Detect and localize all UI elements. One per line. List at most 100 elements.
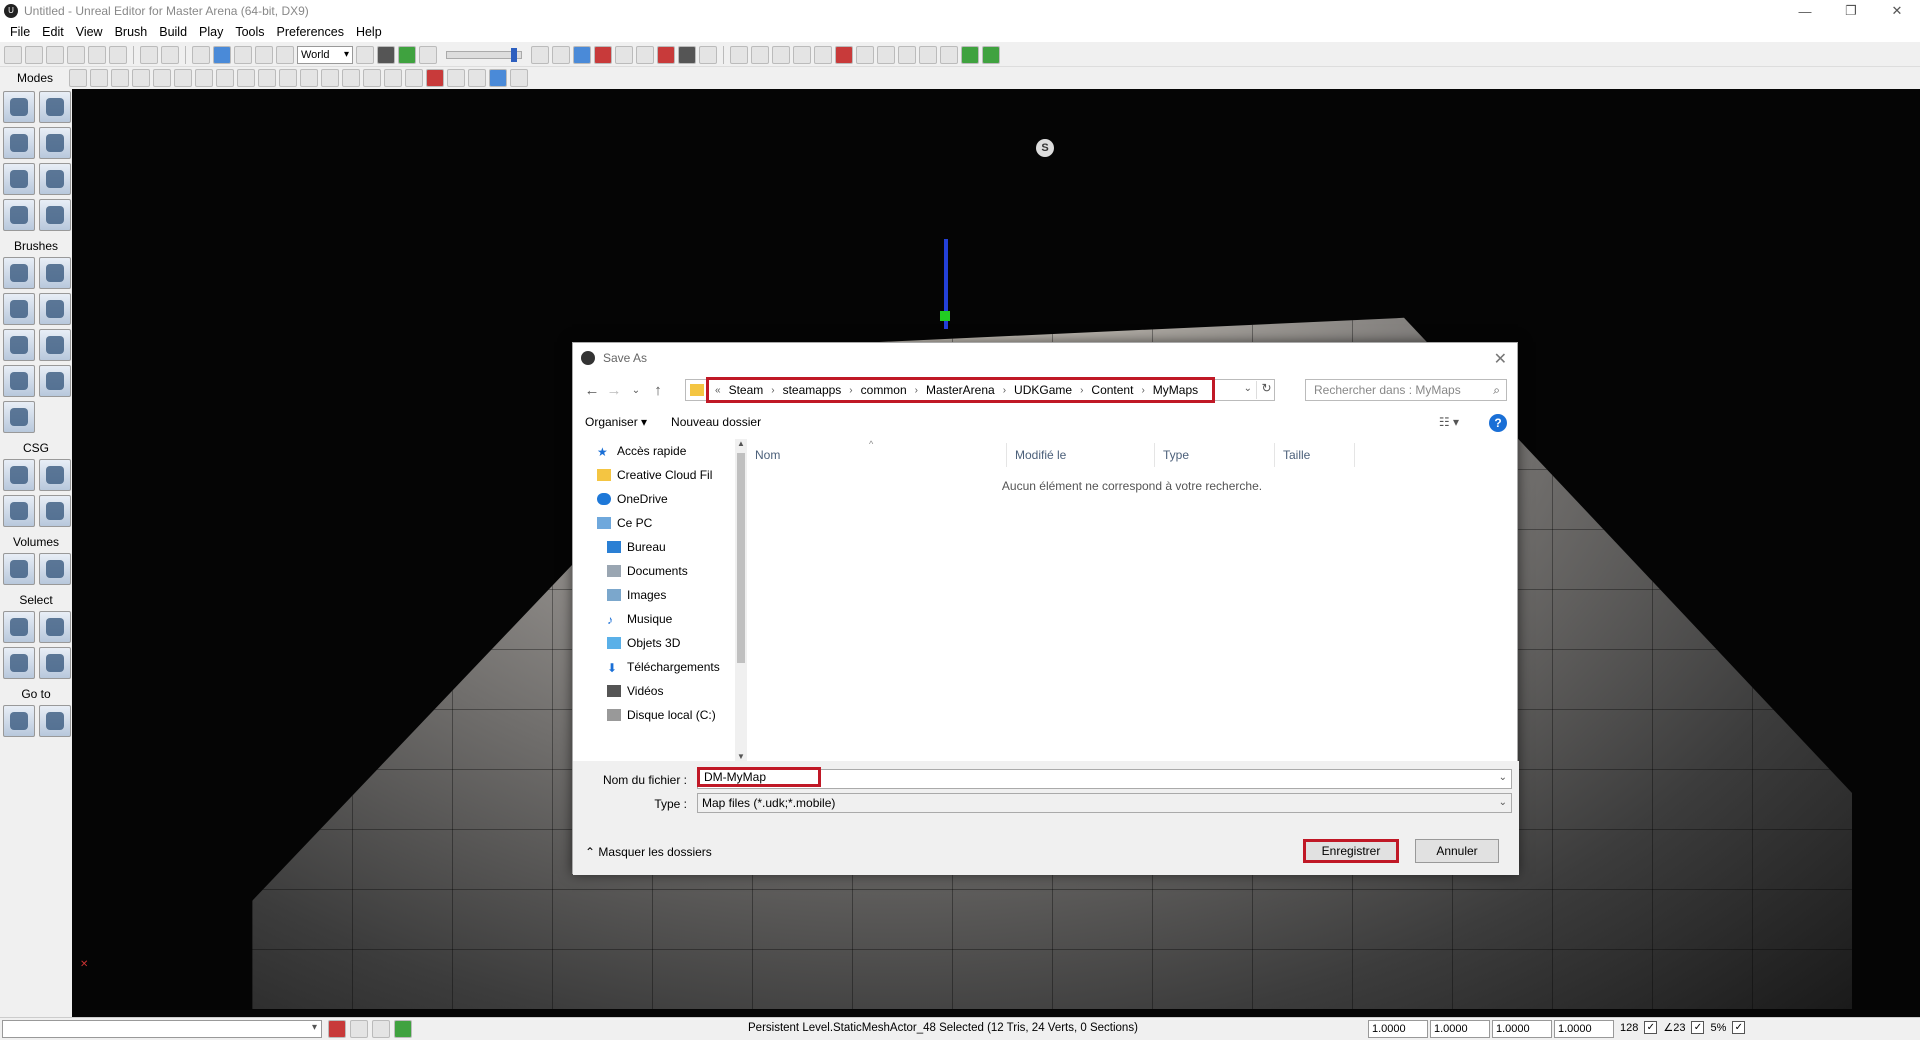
lightmap-density-icon[interactable] <box>321 69 339 87</box>
rotation-checkbox[interactable]: ✓ <box>1691 1021 1705 1034</box>
gear-icon[interactable] <box>814 45 832 64</box>
mesh-paint-button[interactable] <box>3 163 35 195</box>
eye-icon[interactable] <box>384 69 402 87</box>
unlit-icon[interactable] <box>174 69 192 87</box>
actor-icon[interactable] <box>835 45 853 64</box>
play-viewport-icon[interactable] <box>489 69 507 87</box>
light-actor-icon[interactable]: S <box>1036 139 1054 163</box>
breadcrumb-steam[interactable]: Steam <box>721 383 772 397</box>
monitor-icon[interactable] <box>940 45 958 64</box>
translate-gizmo-y-axis[interactable] <box>940 311 950 321</box>
organize-button[interactable]: Organiser ▾ <box>573 415 659 429</box>
goto-builder-button[interactable] <box>39 705 71 737</box>
save-icon[interactable] <box>67 45 85 64</box>
menu-play[interactable]: Play <box>193 25 229 39</box>
camera-mode-button[interactable] <box>3 91 35 123</box>
brush-cylinder-button[interactable] <box>39 293 71 325</box>
refresh-icon[interactable]: ↻ <box>1256 381 1276 399</box>
value-field[interactable]: 1.0000 <box>1554 1020 1614 1038</box>
lock-selection-icon[interactable] <box>350 1020 368 1038</box>
nav-desktop[interactable]: Bureau <box>581 535 735 559</box>
rotation-snap-value[interactable]: ∠23 <box>1663 1021 1685 1034</box>
viewport-icon[interactable] <box>531 45 549 64</box>
breadcrumb-udkgame[interactable]: UDKGame <box>1006 383 1080 397</box>
new-icon[interactable] <box>4 45 22 64</box>
close-button[interactable]: ✕ <box>1874 0 1920 22</box>
build-cover-icon[interactable] <box>636 45 654 64</box>
menu-file[interactable]: File <box>4 25 36 39</box>
filename-input[interactable]: DM-MyMap <box>697 767 821 787</box>
help-icon[interactable]: ? <box>1489 414 1507 432</box>
nav-music[interactable]: ♪ Musique <box>581 607 735 631</box>
settings-icon[interactable] <box>856 45 874 64</box>
static-mesh-button[interactable] <box>39 163 71 195</box>
foliage-button[interactable] <box>39 199 71 231</box>
csg-subtract-button[interactable] <box>39 459 71 491</box>
brush-sheet-button[interactable] <box>39 329 71 361</box>
perspective-icon[interactable] <box>90 69 108 87</box>
maximize-viewport-icon[interactable] <box>510 69 528 87</box>
open-icon[interactable] <box>25 45 43 64</box>
favorites-icon[interactable] <box>46 45 64 64</box>
column-size[interactable]: Taille <box>1275 443 1355 467</box>
save-as-icon[interactable] <box>109 45 127 64</box>
nav-videos[interactable]: Vidéos <box>581 679 735 703</box>
translate-icon[interactable] <box>213 45 231 64</box>
undo-icon[interactable] <box>140 45 158 64</box>
show-all-button[interactable] <box>39 647 71 679</box>
grid-size-value[interactable]: 128 <box>1620 1022 1638 1034</box>
nav-onedrive[interactable]: OneDrive <box>581 487 735 511</box>
rotate-icon[interactable] <box>234 45 252 64</box>
scale-icon[interactable] <box>255 45 273 64</box>
menu-edit[interactable]: Edit <box>36 25 70 39</box>
nav-this-pc[interactable]: Ce PC <box>581 511 735 535</box>
address-bar[interactable]: « Steam › steamapps › common › MasterArena ›… <box>685 377 1276 403</box>
brush-linear-stair-button[interactable] <box>3 329 35 361</box>
scroll-up-icon[interactable]: ▲ <box>737 439 745 448</box>
brush-wireframe-icon[interactable] <box>153 69 171 87</box>
grid-checkbox[interactable]: ✓ <box>1644 1021 1658 1034</box>
hide-folders-toggle[interactable]: ⌃ Masquer les dossiers <box>585 845 712 859</box>
stats-icon[interactable] <box>447 69 465 87</box>
new-folder-button[interactable]: Nouveau dossier <box>659 415 773 429</box>
terrain-mode-button[interactable] <box>3 127 35 159</box>
csg-deintersect-button[interactable] <box>39 495 71 527</box>
nav-local-disk[interactable]: Disque local (C:) <box>581 703 735 727</box>
drag-grid-icon[interactable] <box>328 1020 346 1038</box>
brush-sphere-button[interactable] <box>39 365 71 397</box>
view-options-icon[interactable]: ☷ ▾ <box>1439 415 1459 429</box>
add-special-button[interactable] <box>39 553 71 585</box>
brush-cone-button[interactable] <box>39 257 71 289</box>
csg-add-button[interactable] <box>3 459 35 491</box>
menu-build[interactable]: Build <box>153 25 193 39</box>
frame-icon[interactable] <box>468 69 486 87</box>
kismet-icon[interactable] <box>377 45 395 64</box>
build-all-icon[interactable] <box>657 45 675 64</box>
select-icon[interactable] <box>192 45 210 64</box>
csg-intersect-button[interactable] <box>3 495 35 527</box>
build-lighting-icon[interactable] <box>594 45 612 64</box>
light-complexity-icon[interactable] <box>258 69 276 87</box>
scale-snap-value[interactable]: 5% <box>1710 1022 1726 1034</box>
nav-creative-cloud[interactable]: Creative Cloud Fil <box>581 463 735 487</box>
breadcrumb-steamapps[interactable]: steamapps <box>775 383 850 397</box>
file-type-select[interactable]: Map files (*.udk;*.mobile) ⌄ <box>697 793 1512 813</box>
grid-icon[interactable] <box>552 45 570 64</box>
texture-density-icon[interactable] <box>279 69 297 87</box>
lightmass-icon[interactable] <box>678 45 696 64</box>
nav-documents[interactable]: Documents <box>581 559 735 583</box>
tools-icon[interactable] <box>772 45 790 64</box>
breadcrumb-masterarena[interactable]: MasterArena <box>918 383 1003 397</box>
scale-checkbox[interactable]: ✓ <box>1732 1021 1746 1034</box>
camera-speed-slider[interactable] <box>446 47 522 62</box>
wireframe-icon[interactable] <box>132 69 150 87</box>
chevron-down-icon[interactable]: ⌄ <box>1499 794 1507 812</box>
restore-button[interactable]: ❐ <box>1828 0 1874 22</box>
brush-cube-button[interactable] <box>3 257 35 289</box>
save-button[interactable]: Enregistrer <box>1303 839 1399 863</box>
add-volume-button[interactable] <box>3 553 35 585</box>
brush-volumetric-button[interactable] <box>3 401 35 433</box>
matinee-icon[interactable] <box>419 45 437 64</box>
select-inverse-button[interactable] <box>3 647 35 679</box>
brush-curved-stair-button[interactable] <box>3 293 35 325</box>
